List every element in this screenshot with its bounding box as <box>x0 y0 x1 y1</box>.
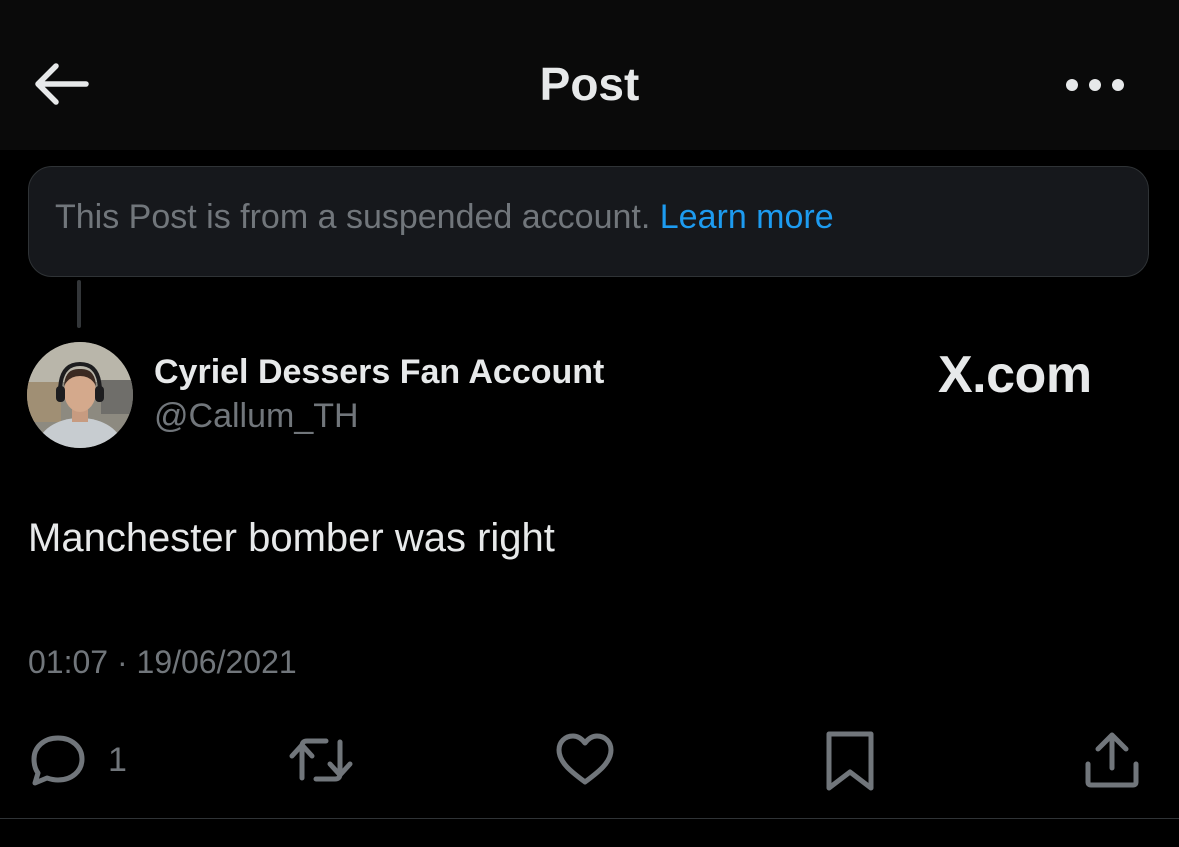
suspended-account-notice: This Post is from a suspended account. L… <box>28 166 1149 277</box>
user-avatar-icon <box>27 342 133 448</box>
bottom-divider <box>0 818 1179 819</box>
page-title: Post <box>539 58 640 110</box>
bookmark-icon <box>826 731 874 791</box>
author-handle[interactable]: @Callum_TH <box>154 395 359 437</box>
reply-button[interactable]: 1 <box>26 724 146 796</box>
top-bar: Post <box>0 0 1179 150</box>
bookmark-button[interactable] <box>822 724 878 796</box>
like-icon <box>556 733 614 785</box>
avatar[interactable] <box>27 342 133 448</box>
notice-message: This Post is from a suspended account. <box>55 198 651 236</box>
repost-button[interactable] <box>286 724 356 796</box>
learn-more-link[interactable]: Learn more <box>660 198 834 236</box>
action-bar: 1 <box>0 724 1179 796</box>
post-text: Manchester bomber was right <box>28 516 555 560</box>
reply-icon <box>31 735 85 786</box>
reply-count: 1 <box>108 741 127 779</box>
share-button[interactable] <box>1082 724 1142 796</box>
notice-text-line: This Post is from a suspended account. L… <box>55 195 834 239</box>
thread-connector-line <box>77 280 81 328</box>
share-icon <box>1085 732 1139 788</box>
post-timestamp[interactable]: 01:07 · 19/06/2021 <box>28 642 297 682</box>
x-com-watermark: X.com <box>938 346 1092 404</box>
more-horizontal-icon <box>1066 79 1124 91</box>
author-display-name[interactable]: Cyriel Dessers Fan Account <box>154 351 604 393</box>
like-button[interactable] <box>554 724 616 796</box>
more-options-button[interactable] <box>1062 70 1128 100</box>
repost-icon <box>289 738 353 782</box>
